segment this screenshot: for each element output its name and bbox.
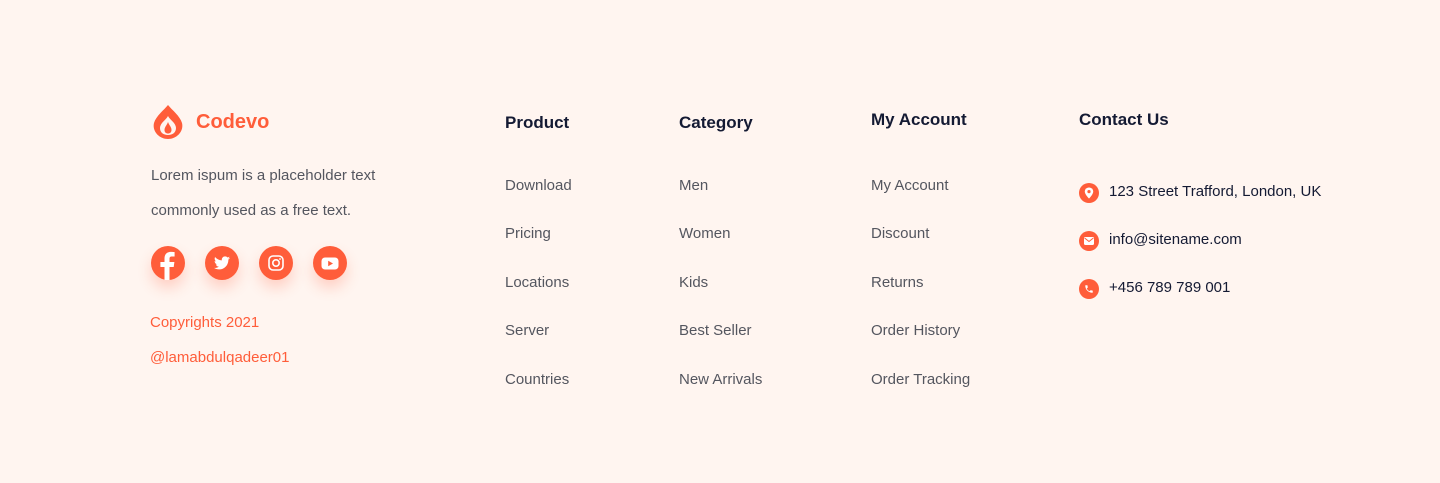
link-download[interactable]: Download [505,176,572,224]
product-column: Product Download Pricing Locations Serve… [505,113,572,418]
instagram-button[interactable] [259,246,293,280]
contact-list: 123 Street Trafford, London, UK info@sit… [1079,164,1369,324]
category-column: Category Men Women Kids Best Seller New … [679,113,762,418]
link-discount[interactable]: Discount [871,224,970,272]
social-links [151,246,347,280]
twitter-button[interactable] [205,246,239,280]
link-my-account[interactable]: My Account [871,176,970,224]
copyright: Copyrights 2021 @lamabdulqadeer01 [150,305,290,375]
product-heading: Product [505,113,570,132]
contact-address: 123 Street Trafford, London, UK [1079,183,1321,203]
product-links: Download Pricing Locations Server Countr… [505,176,572,418]
contact-column: Contact Us 123 Street Trafford, London, … [1079,110,1369,324]
address-text: 123 Street Trafford, London, UK [1109,183,1322,200]
link-women[interactable]: Women [679,224,762,272]
account-heading: My Account [871,110,967,129]
location-pin-icon [1079,183,1099,203]
phone-icon [1079,279,1099,299]
link-pricing[interactable]: Pricing [505,224,572,272]
contact-phone[interactable]: +456 789 789 001 [1079,279,1230,299]
brand[interactable]: Codevo [150,104,269,140]
site-footer: Codevo Lorem ispum is a placeholder text… [0,0,1440,483]
account-column: My Account My Account Discount Returns O… [871,110,970,418]
link-server[interactable]: Server [505,321,572,369]
phone-text[interactable]: +456 789 789 001 [1109,279,1230,297]
facebook-button[interactable] [151,246,185,280]
copyright-year: Copyrights 2021 [150,314,260,331]
contact-email[interactable]: info@sitename.com [1079,231,1242,255]
mail-icon [1079,231,1099,251]
category-links: Men Women Kids Best Seller New Arrivals [679,176,762,418]
link-locations[interactable]: Locations [505,273,572,321]
contact-heading: Contact Us [1079,110,1169,129]
brand-description: Lorem ispum is a placeholder text common… [151,167,376,219]
twitter-icon [214,256,230,270]
link-order-history[interactable]: Order History [871,321,970,369]
link-men[interactable]: Men [679,176,762,224]
youtube-button[interactable] [313,246,347,280]
flame-icon [153,105,183,139]
link-new-arrivals[interactable]: New Arrivals [679,370,762,418]
link-returns[interactable]: Returns [871,273,970,321]
brand-name: Codevo [196,111,270,133]
category-heading: Category [679,113,753,132]
instagram-icon [268,255,284,271]
author-handle[interactable]: @lamabdulqadeer01 [150,340,290,375]
youtube-icon [321,257,339,269]
link-best-seller[interactable]: Best Seller [679,321,762,369]
facebook-icon [160,251,175,280]
account-links: My Account Discount Returns Order Histor… [871,176,970,418]
link-kids[interactable]: Kids [679,273,762,321]
link-countries[interactable]: Countries [505,370,572,418]
link-order-tracking[interactable]: Order Tracking [871,370,970,418]
email-text[interactable]: info@sitename.com [1109,225,1242,255]
